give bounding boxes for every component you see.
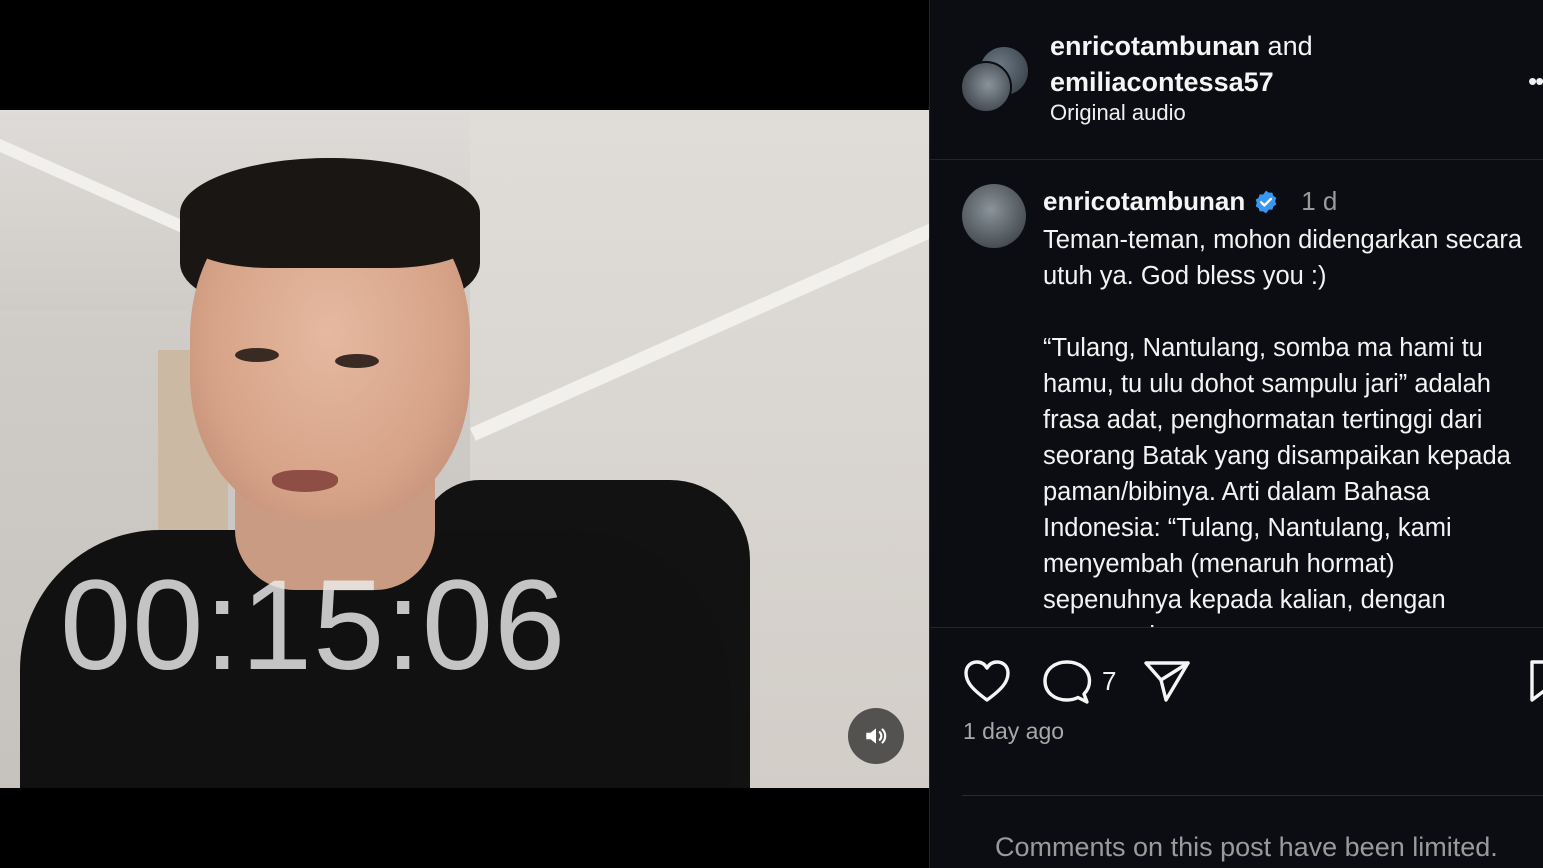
post-caption: enricotambunan 1 d Teman-teman, mohon di… — [930, 160, 1543, 628]
caption-text: Teman-teman, mohon didengarkan secara ut… — [1043, 226, 1523, 627]
paper-plane-icon — [1144, 661, 1190, 702]
video-pane[interactable]: 00:15:06 — [0, 0, 929, 868]
video-player[interactable]: 00:15:06 — [0, 110, 929, 788]
header-username-2[interactable]: emiliacontessa57 — [1050, 67, 1274, 97]
collab-avatars[interactable] — [960, 45, 1030, 115]
video-person-mouth — [272, 470, 338, 492]
save-button[interactable] — [1528, 658, 1543, 704]
comments-limited-notice: Comments on this post have been limited. — [995, 832, 1498, 862]
post-actions: 7 1 day ago — [930, 628, 1543, 788]
mute-toggle-button[interactable] — [848, 708, 904, 764]
video-person-eye-left — [235, 348, 279, 362]
avatar-enricotambunan[interactable] — [960, 61, 1012, 113]
caption-username[interactable]: enricotambunan — [1043, 186, 1245, 217]
comments-divider — [962, 795, 1543, 796]
more-options-icon[interactable]: •• — [1528, 66, 1543, 97]
caption-avatar[interactable] — [962, 184, 1026, 248]
bookmark-icon — [1530, 660, 1543, 702]
post-header: enricotambunan and emiliacontessa57 Orig… — [930, 0, 1543, 160]
share-button[interactable] — [1142, 658, 1192, 704]
verified-badge-icon — [1253, 189, 1279, 215]
video-timer-overlay: 00:15:06 — [60, 554, 567, 697]
comment-button[interactable] — [1042, 658, 1092, 706]
post-timestamp: 1 day ago — [963, 718, 1065, 744]
comment-count: 7 — [1102, 666, 1117, 696]
video-person-eye-right — [335, 354, 379, 368]
collab-usernames: enricotambunan and emiliacontessa57 — [1050, 28, 1313, 100]
speaker-icon — [866, 728, 887, 744]
header-username-1[interactable]: enricotambunan — [1050, 31, 1260, 61]
video-person-hair-front — [180, 158, 480, 268]
heart-icon — [964, 660, 1010, 702]
like-button[interactable] — [962, 658, 1012, 704]
caption-time: 1 d — [1301, 186, 1338, 216]
comment-icon — [1043, 660, 1092, 704]
header-conjunction: and — [1267, 31, 1313, 61]
post-side-panel: enricotambunan and emiliacontessa57 Orig… — [929, 0, 1543, 868]
caption-header: enricotambunan 1 d — [1043, 186, 1337, 217]
audio-link[interactable]: Original audio — [1050, 100, 1186, 126]
